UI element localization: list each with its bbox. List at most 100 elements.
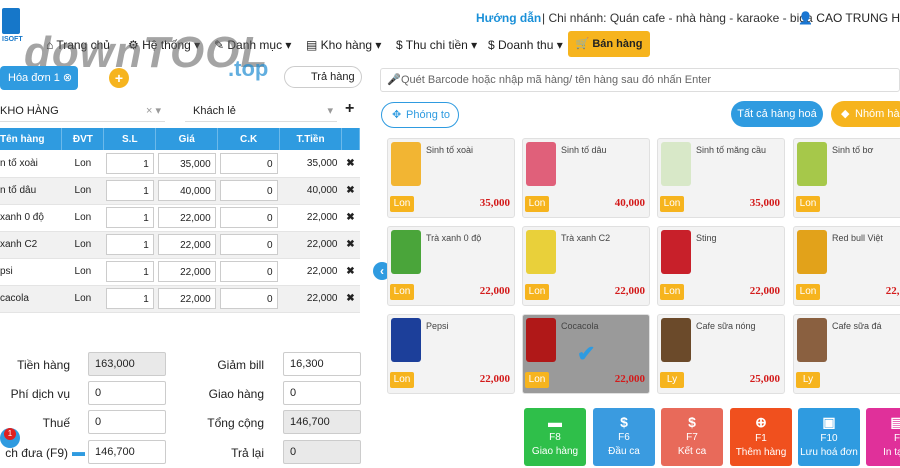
- product-unit: Lon: [525, 372, 549, 388]
- card-icon[interactable]: ▬: [72, 444, 85, 459]
- discount-input[interactable]: 0: [219, 288, 278, 309]
- qty-input[interactable]: 1: [105, 180, 154, 201]
- tab-invoice-1[interactable]: Hóa đơn 1 ⊗: [0, 66, 78, 90]
- price-input[interactable]: 22,000: [157, 207, 216, 228]
- product-name: Trà xanh C2: [561, 233, 611, 243]
- item-name: psi: [0, 258, 62, 286]
- function-button[interactable]: $ F7 Kết ca: [661, 408, 723, 466]
- product-unit: Lon: [796, 284, 820, 300]
- col-remove: [341, 128, 361, 150]
- group-goods-button[interactable]: ◆ Nhóm hàn: [831, 101, 900, 127]
- price-input[interactable]: 40,000: [157, 180, 216, 201]
- product-card[interactable]: Trà xanh C2 Lon 22,000: [522, 226, 650, 306]
- tag-icon: ◆: [841, 108, 850, 120]
- product-image: [391, 318, 421, 362]
- guide-link[interactable]: Hướng dẫn: [476, 11, 541, 25]
- product-image: [391, 230, 421, 274]
- product-card[interactable]: Sinh tố bơLon35: [793, 138, 900, 218]
- product-card[interactable]: Sting Lon 22,000: [657, 226, 785, 306]
- table-row[interactable]: cacola Lon 1 22,000 0 22,000 ✖: [0, 285, 360, 313]
- delivery-input[interactable]: 0: [283, 381, 361, 405]
- bill-discount-input[interactable]: 16,300: [283, 352, 361, 376]
- all-goods-button[interactable]: Tất cả hàng hoá: [731, 101, 823, 127]
- product-card[interactable]: Trà xanh 0 độ Lon 22,000: [387, 226, 515, 306]
- remove-icon[interactable]: ✖: [341, 177, 360, 205]
- discount-input[interactable]: 0: [219, 261, 278, 282]
- delivery-label: Giao hàng: [208, 387, 264, 401]
- function-button[interactable]: ▣ F10 Lưu hoá đơn: [798, 408, 860, 466]
- product-card[interactable]: Cafe sữa nóng Ly 25,000: [657, 314, 785, 394]
- barcode-input[interactable]: 🎤 Quét Barcode hoặc nhập mã hàng/ tên hàn…: [380, 68, 900, 92]
- nav-item-revenue[interactable]: $ Doanh thu ▾: [488, 38, 563, 52]
- function-button[interactable]: ▤ F In tạm: [866, 408, 900, 466]
- remove-icon[interactable]: ✖: [341, 285, 360, 313]
- product-price: 40,000: [614, 197, 645, 209]
- nav-item-cashflow[interactable]: $ Thu chi tiền ▾: [396, 38, 477, 52]
- app-logo[interactable]: [2, 8, 20, 34]
- table-row[interactable]: psi Lon 1 22,000 0 22,000 ✖: [0, 258, 360, 286]
- table-row[interactable]: xanh C2 Lon 1 22,000 0 22,000 ✖: [0, 231, 360, 259]
- function-button[interactable]: $ F6 Đầu ca: [593, 408, 655, 466]
- function-icon: ▣: [822, 414, 836, 430]
- close-icon[interactable]: ⊗: [63, 72, 72, 84]
- function-button[interactable]: ▬ F8 Giao hàng: [524, 408, 586, 466]
- price-input[interactable]: 22,000: [157, 261, 216, 282]
- product-unit: Lon: [796, 196, 820, 212]
- discount-input[interactable]: 0: [219, 180, 278, 201]
- function-label: Kết ca: [677, 446, 707, 457]
- clear-icon[interactable]: × ▾: [146, 100, 161, 122]
- table-row[interactable]: xanh 0 độ Lon 1 22,000 0 22,000 ✖: [0, 204, 360, 232]
- product-unit: Lon: [660, 196, 684, 212]
- nav-item-warehouse[interactable]: ▤ Kho hàng ▾: [306, 38, 381, 52]
- return-button[interactable]: Trả hàng: [284, 66, 362, 88]
- qty-input[interactable]: 1: [105, 288, 154, 309]
- remove-icon[interactable]: ✖: [341, 204, 360, 232]
- qty-input[interactable]: 1: [105, 152, 154, 174]
- add-invoice-button[interactable]: +: [109, 68, 129, 88]
- add-customer-button[interactable]: +: [345, 100, 354, 118]
- table-row[interactable]: n tố dâu Lon 1 40,000 0 40,000 ✖: [0, 177, 360, 205]
- customer-select[interactable]: Khách lẻ ▾: [185, 100, 337, 122]
- remove-icon[interactable]: ✖: [341, 150, 360, 178]
- warehouse-select[interactable]: KHO HÀNG × ▾: [0, 100, 165, 122]
- item-unit: Lon: [61, 204, 104, 232]
- price-input[interactable]: 22,000: [157, 288, 216, 309]
- user-menu[interactable]: 👤 CAO TRUNG HIE: [798, 11, 900, 25]
- item-total: 22,000: [279, 204, 342, 232]
- table-row[interactable]: n tố xoài Lon 1 35,000 0 35,000 ✖: [0, 150, 360, 178]
- product-card[interactable]: Sinh tố măng cầu Lon 35,000: [657, 138, 785, 218]
- col-qty: S.L: [103, 128, 157, 150]
- remove-icon[interactable]: ✖: [341, 231, 360, 259]
- product-name: Trà xanh 0 độ: [426, 233, 482, 243]
- customer-paid-input[interactable]: 146,700: [88, 440, 166, 464]
- service-fee-input[interactable]: 0: [88, 381, 166, 405]
- function-key: F: [893, 433, 900, 444]
- return-label: Trả hàng: [311, 71, 355, 83]
- tax-input[interactable]: 0: [88, 410, 166, 434]
- product-price: 22,000: [885, 285, 900, 297]
- discount-input[interactable]: 0: [219, 234, 278, 255]
- discount-input[interactable]: 0: [219, 152, 278, 174]
- qty-input[interactable]: 1: [105, 207, 154, 228]
- qty-input[interactable]: 1: [105, 234, 154, 255]
- product-card[interactable]: Red bull Việt Lon 22,000: [793, 226, 900, 306]
- discount-input[interactable]: 0: [219, 207, 278, 228]
- sell-button-label: Bán hàng: [592, 38, 643, 50]
- product-card[interactable]: Pepsi Lon 22,000: [387, 314, 515, 394]
- qty-input[interactable]: 1: [105, 261, 154, 282]
- price-input[interactable]: 22,000: [157, 234, 216, 255]
- product-card[interactable]: Cocacola Lon 22,000 ✔: [522, 314, 650, 394]
- mic-icon[interactable]: 🎤: [387, 69, 401, 91]
- sell-button[interactable]: 🛒 Bán hàng: [568, 31, 650, 57]
- product-name: Sinh tố bơ: [832, 145, 874, 155]
- product-image: [661, 318, 691, 362]
- function-label: Lưu hoá đơn: [800, 447, 858, 458]
- zoom-button[interactable]: ✥ Phóng to: [381, 102, 459, 128]
- product-card[interactable]: Sinh tố xoài Lon 35,000: [387, 138, 515, 218]
- product-card[interactable]: Cafe sữa đáLy2: [793, 314, 900, 394]
- product-name: Cafe sữa đá: [832, 321, 882, 331]
- remove-icon[interactable]: ✖: [341, 258, 360, 286]
- product-card[interactable]: Sinh tố dâu Lon 40,000: [522, 138, 650, 218]
- price-input[interactable]: 35,000: [157, 152, 216, 174]
- function-button[interactable]: ⊕ F1 Thêm hàng: [730, 408, 792, 466]
